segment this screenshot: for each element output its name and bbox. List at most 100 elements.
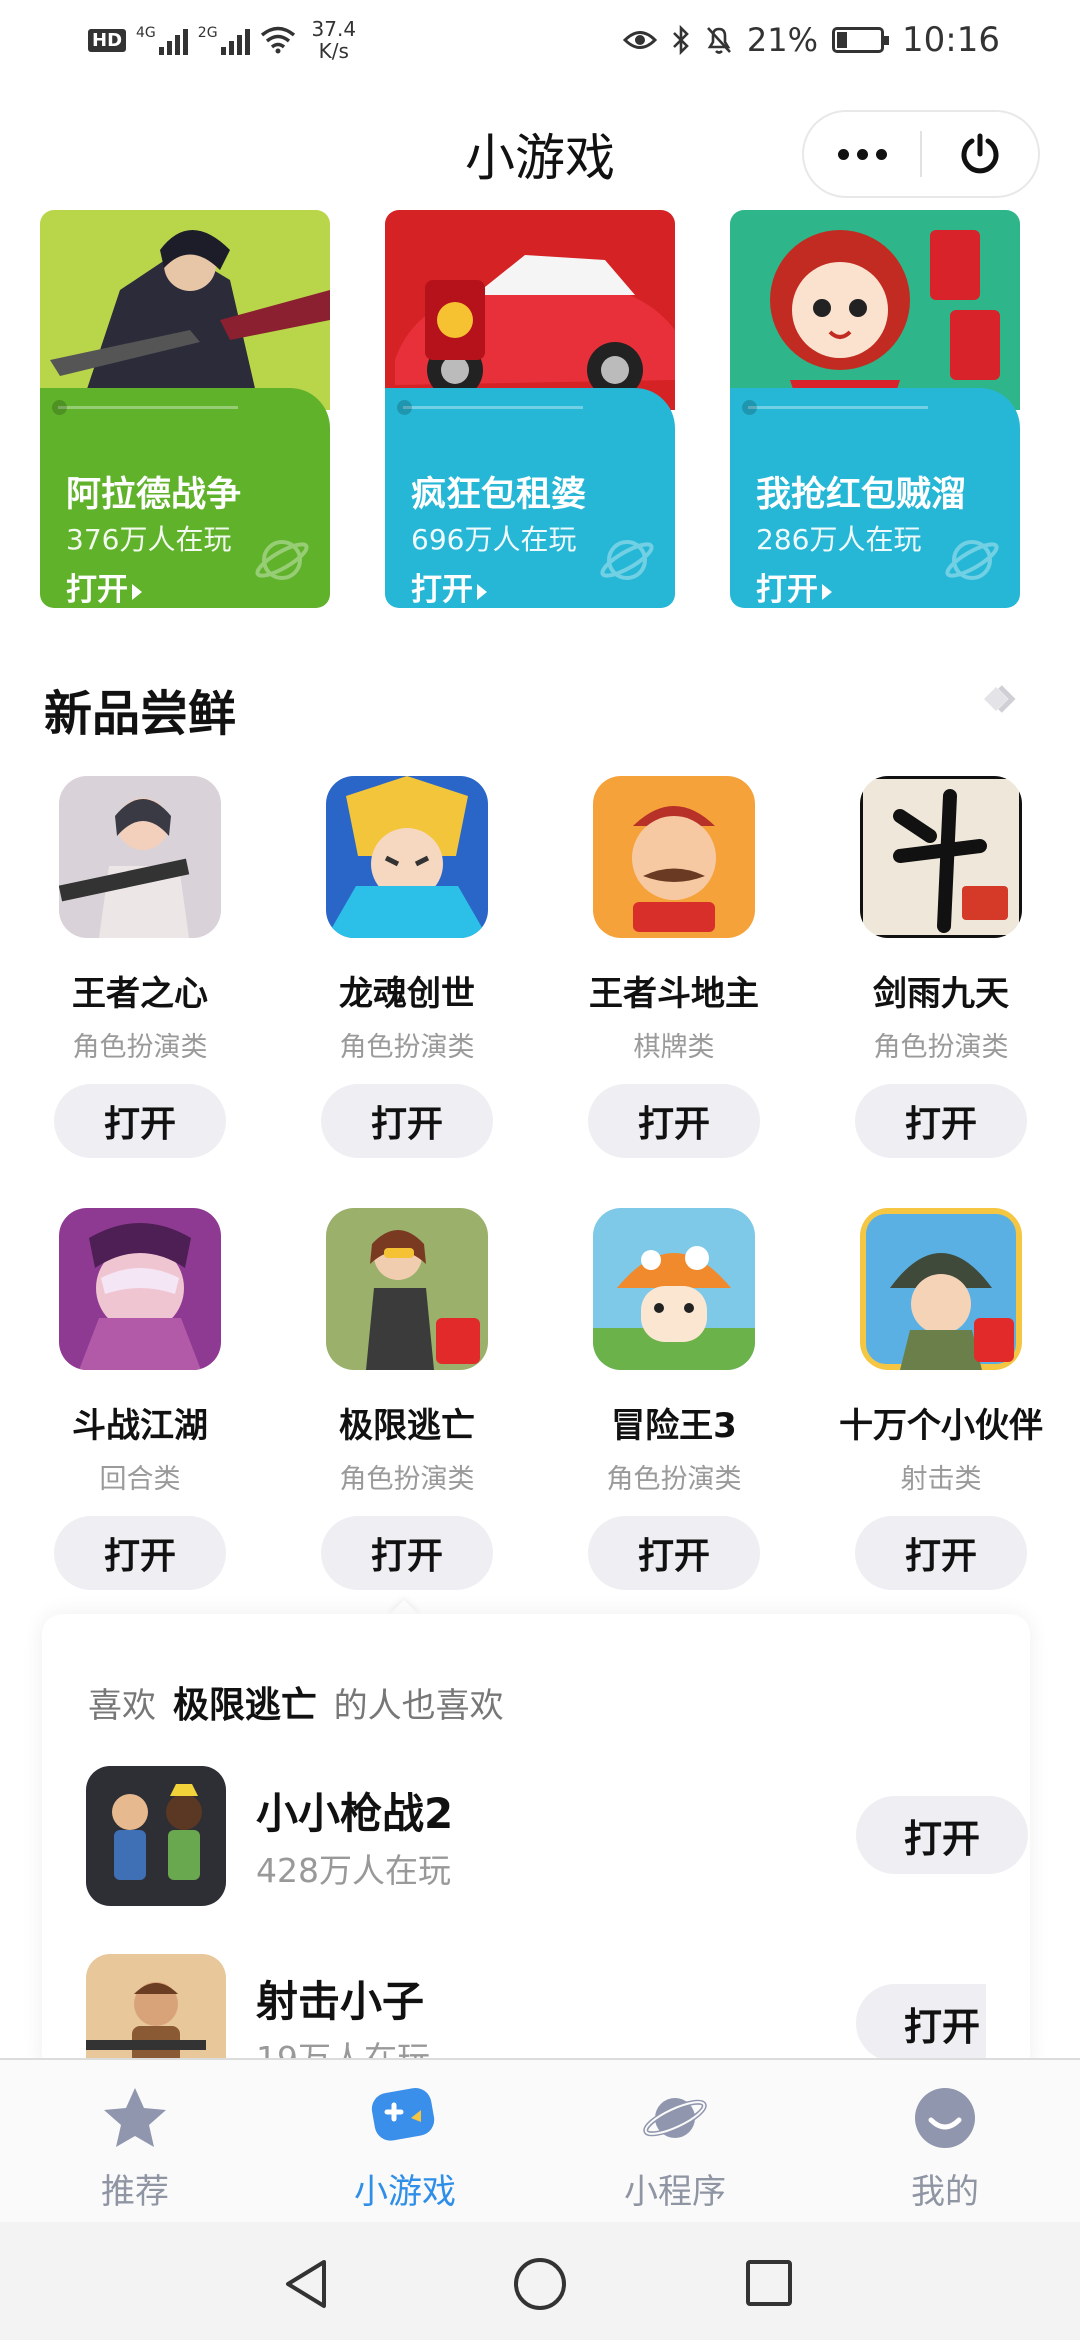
recommend-card: 喜欢 极限逃亡 的人也喜欢 小小枪战2 428万人在玩 打开 射击小子 19万人… — [42, 1614, 1030, 2074]
featured-art-red-car — [385, 210, 675, 410]
bottom-tab-bar: 推荐 小游戏 小程序 我的 — [0, 2058, 1080, 2222]
play-arrow-icon — [822, 583, 832, 600]
game-name: 斗战江湖 — [72, 1406, 208, 1446]
open-button[interactable]: 打开 — [855, 1084, 1027, 1158]
featured-open-link[interactable]: 打开 — [411, 564, 487, 608]
featured-players: 286万人在玩 — [756, 523, 922, 556]
hd-badge: HD — [88, 28, 127, 52]
game-item: 斗战江湖 回合类 打开 — [6, 1208, 274, 1590]
open-button[interactable]: 打开 — [321, 1084, 493, 1158]
eye-icon — [622, 31, 657, 49]
recommend-suffix: 的人也喜欢 — [333, 1686, 504, 1726]
featured-card[interactable]: 我抢红包贼溜 286万人在玩 打开 — [730, 210, 1020, 608]
game-name: 冒险王3 — [611, 1406, 737, 1446]
game-item: 极限逃亡 角色扮演类 打开 — [273, 1208, 541, 1590]
featured-title: 阿拉德战争 — [66, 475, 242, 515]
mini-program-capsule — [802, 110, 1040, 198]
signal-4g-label: 4G — [136, 25, 156, 41]
game-name: 龙魂创世 — [339, 974, 475, 1014]
planet-icon — [255, 540, 309, 580]
play-arrow-icon — [477, 583, 487, 600]
game-icon-calligraphy[interactable] — [857, 773, 1025, 941]
game-item: 王者之心 角色扮演类 打开 — [6, 776, 274, 1158]
back-icon[interactable] — [282, 2258, 332, 2310]
profile-smile-icon — [915, 2088, 975, 2148]
open-button[interactable]: 打开 — [321, 1516, 493, 1590]
game-icon-gunner[interactable] — [326, 1208, 488, 1370]
open-button[interactable]: 打开 — [856, 1796, 1028, 1874]
clock: 10:16 — [902, 20, 1000, 60]
chevron-right-icon[interactable] — [980, 676, 1030, 722]
game-icon-landlord[interactable] — [593, 776, 755, 938]
game-icon-mushroom[interactable] — [593, 1208, 755, 1370]
recommend-heading: 喜欢 极限逃亡 的人也喜欢 — [88, 1676, 504, 1728]
featured-open-link[interactable]: 打开 — [756, 564, 832, 608]
featured-card[interactable]: 阿拉德战争 376万人在玩 打开 — [40, 210, 330, 608]
game-name: 剑雨九天 — [873, 974, 1009, 1014]
open-button[interactable]: 打开 — [588, 1516, 760, 1590]
featured-players: 696万人在玩 — [411, 523, 577, 556]
game-category: 角色扮演类 — [606, 1464, 742, 1495]
featured-title: 疯狂包租婆 — [411, 475, 587, 515]
recommend-name: 小小枪战2 — [256, 1789, 454, 1838]
game-icon-soldier[interactable] — [58, 776, 221, 938]
play-arrow-icon — [132, 583, 142, 600]
game-item: 王者斗地主 棋牌类 打开 — [540, 776, 808, 1158]
game-category: 角色扮演类 — [339, 1464, 475, 1495]
tab-label: 我的 — [911, 2172, 979, 2212]
tab-me[interactable]: 我的 — [810, 2060, 1080, 2224]
tab-label: 小程序 — [624, 2172, 726, 2212]
open-button[interactable]: 打开 — [855, 1516, 1027, 1590]
power-icon — [961, 133, 999, 174]
featured-carousel: 阿拉德战争 376万人在玩 打开 疯狂包租婆 696万人在玩 打开 我抢红包贼溜… — [40, 210, 1040, 610]
featured-open-label: 打开 — [411, 572, 473, 608]
signal-4g-icon: 4G — [136, 25, 188, 55]
featured-art-warrior — [40, 210, 330, 410]
recents-icon[interactable] — [744, 2258, 794, 2308]
game-category: 射击类 — [900, 1464, 982, 1495]
game-category: 棋牌类 — [633, 1032, 715, 1063]
planet-icon — [600, 540, 654, 580]
game-icon-helmet-soldier[interactable] — [860, 1208, 1022, 1370]
home-icon[interactable] — [512, 2256, 568, 2312]
close-button[interactable] — [922, 112, 1038, 196]
more-dots-icon — [837, 148, 849, 160]
featured-card[interactable]: 疯狂包租婆 696万人在玩 打开 — [385, 210, 675, 608]
open-button[interactable]: 打开 — [54, 1516, 226, 1590]
recommend-game: 极限逃亡 — [172, 1685, 317, 1726]
game-category: 回合类 — [99, 1464, 181, 1495]
game-icon-masked-woman[interactable] — [59, 1208, 221, 1370]
open-button[interactable]: 打开 — [54, 1084, 226, 1158]
game-item: 冒险王3 角色扮演类 打开 — [540, 1208, 808, 1590]
featured-open-link[interactable]: 打开 — [66, 564, 142, 608]
game-icon-shooter-kid — [86, 1954, 226, 2074]
bluetooth-icon — [672, 25, 689, 55]
status-right: 21% 10:16 — [622, 20, 1000, 60]
open-button[interactable]: 打开 — [588, 1084, 760, 1158]
system-nav-bar — [0, 2222, 1080, 2340]
signal-2g-label: 2G — [197, 25, 218, 41]
status-left: HD 4G 2G 37.4 K/s — [88, 18, 356, 62]
tab-mini-games[interactable]: 小游戏 — [270, 2060, 540, 2224]
gamepad-icon — [371, 2088, 435, 2141]
signal-2g-icon: 2G — [198, 25, 250, 55]
game-name: 王者之心 — [72, 974, 208, 1014]
more-button[interactable] — [804, 112, 920, 196]
recommend-name: 射击小子 — [256, 1977, 425, 2026]
mute-bell-icon — [706, 27, 731, 54]
featured-open-label: 打开 — [756, 572, 818, 608]
game-name: 十万个小伙伴 — [839, 1406, 1043, 1446]
recommend-players: 428万人在玩 — [256, 1851, 451, 1890]
planet-icon — [945, 540, 999, 580]
game-category: 角色扮演类 — [72, 1032, 208, 1063]
net-speed-value: 37.4 — [311, 17, 357, 41]
planet-icon — [643, 2098, 707, 2138]
recommend-item[interactable]: 射击小子 19万人在玩 打开 — [86, 1954, 986, 2074]
game-icon-dragon-hero[interactable] — [326, 776, 488, 938]
star-icon — [104, 2088, 166, 2147]
open-button[interactable]: 打开 — [856, 1984, 986, 2062]
game-item: 龙魂创世 角色扮演类 打开 — [273, 776, 541, 1158]
tab-recommend[interactable]: 推荐 — [0, 2060, 270, 2224]
recommend-item[interactable]: 小小枪战2 428万人在玩 打开 — [86, 1766, 1028, 1906]
tab-mini-programs[interactable]: 小程序 — [540, 2060, 810, 2224]
